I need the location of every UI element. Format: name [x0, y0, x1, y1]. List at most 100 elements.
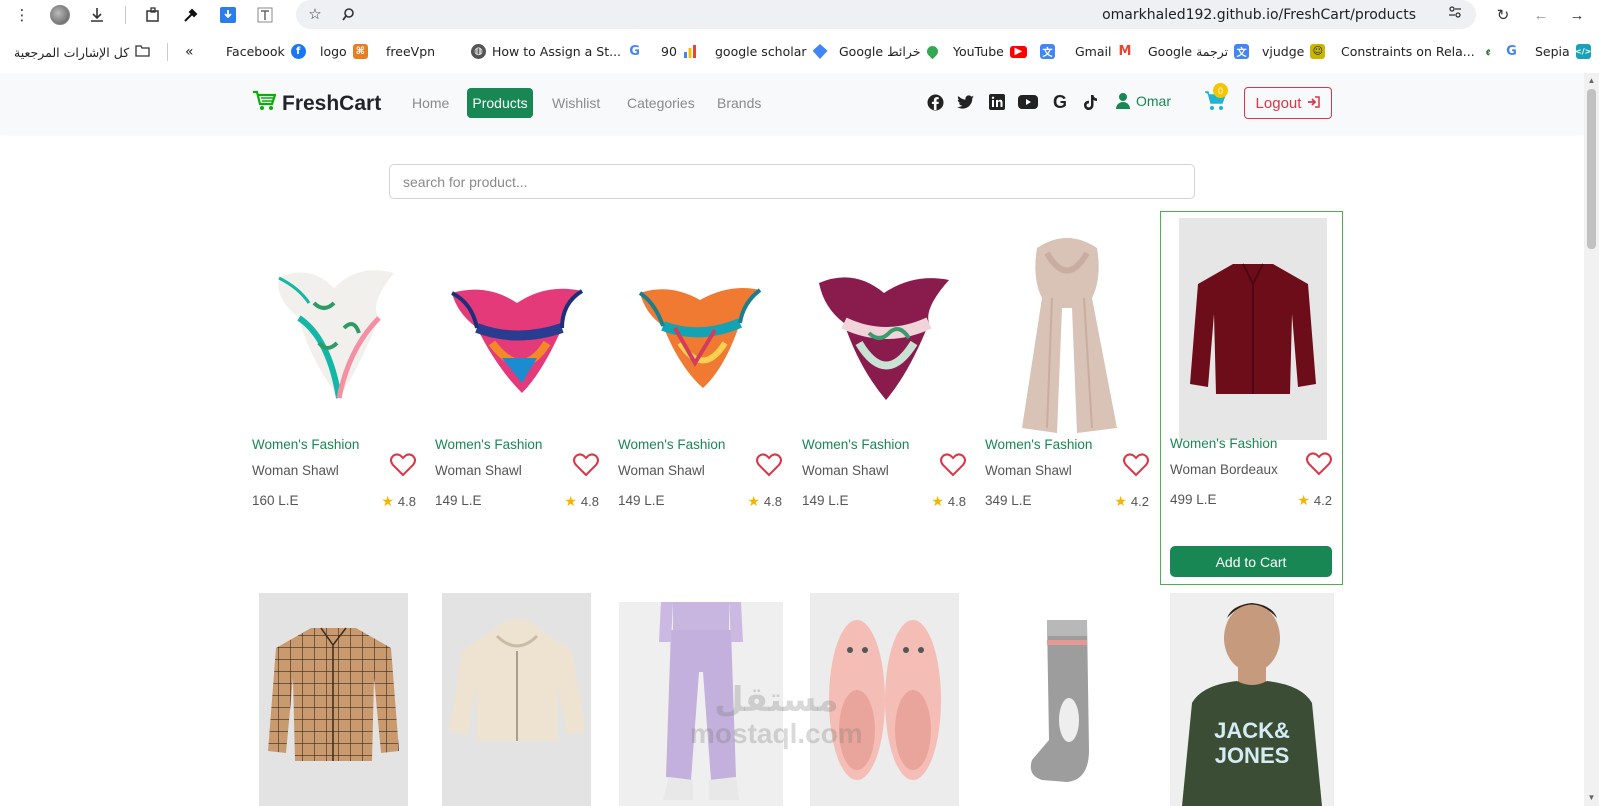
scholar-icon [812, 44, 828, 59]
twitter-icon[interactable] [956, 92, 976, 112]
product-image-hoodie[interactable] [442, 593, 591, 806]
download-manager-icon[interactable] [217, 4, 239, 26]
heart-icon[interactable] [940, 453, 966, 477]
font-icon[interactable] [254, 4, 276, 26]
bookmark-youtube[interactable]: YouTube ▶ [953, 44, 1027, 59]
product-image-shawl-2[interactable] [435, 222, 599, 444]
search-lens-icon[interactable] [337, 3, 359, 25]
bookmark-scholar[interactable]: google scholar [715, 44, 828, 59]
add-to-cart-button[interactable]: Add to Cart [1170, 546, 1332, 577]
product-rating: ★ 4.8 [747, 493, 782, 509]
bookmark-translate-1[interactable]: 文 [1040, 44, 1055, 59]
star-icon: ★ [931, 493, 944, 509]
product-image-tshirt[interactable]: JACK& JONES [1170, 593, 1334, 806]
facebook-icon[interactable] [925, 92, 945, 112]
product-card[interactable]: Women's Fashion Woman Shawl 149 L.E ★ 4.8 [802, 437, 966, 517]
product-rating: ★ 4.2 [1297, 492, 1332, 508]
site-navbar: FreshCart Home Products Wishlist Categor… [0, 73, 1584, 134]
scroll-down-icon[interactable]: ▼ [1587, 793, 1596, 802]
product-card[interactable]: Women's Fashion Woman Shawl 149 L.E ★ 4.8 [435, 437, 599, 517]
product-title: Woman Shawl [252, 463, 339, 478]
heart-icon[interactable] [573, 453, 599, 477]
folder-icon [135, 44, 150, 60]
product-image-shawl-5[interactable] [985, 222, 1149, 444]
bookmark-maps[interactable]: Google خرائط [839, 43, 940, 60]
tiktok-icon[interactable] [1080, 92, 1100, 112]
brand-logo[interactable]: FreshCart [252, 90, 381, 118]
product-title: Woman Shawl [985, 463, 1072, 478]
extensions-icon[interactable] [142, 4, 164, 26]
product-image-plaid-shirt[interactable] [259, 593, 408, 806]
page-scrollbar[interactable]: ▲ ▼ [1584, 73, 1599, 806]
heart-icon[interactable] [390, 453, 416, 477]
bookmark-all[interactable]: كل الإشارات المرجعية [14, 44, 150, 60]
reload-icon[interactable]: ↻ [1492, 4, 1514, 26]
bookmark-vjudge[interactable]: vjudge ☺ [1262, 44, 1326, 59]
globe-icon: ◍ [471, 44, 486, 59]
geeks-icon: ꬲ [1480, 44, 1496, 59]
address-bar[interactable]: ☆ omarkhaled192.github.io/FreshCart/prod… [296, 0, 1476, 29]
bookmark-logo[interactable]: logo ⌘ [320, 44, 368, 59]
nav-wishlist[interactable]: Wishlist [552, 95, 600, 111]
page-content: FreshCart Home Products Wishlist Categor… [0, 73, 1584, 806]
google-icon: G [627, 44, 643, 59]
menu-dots-icon[interactable]: ⋮ [11, 4, 33, 26]
site-settings-icon[interactable] [1448, 5, 1462, 22]
product-rating: ★ 4.8 [381, 493, 416, 509]
cart-logo-icon [252, 90, 277, 118]
product-image-shawl-4[interactable] [802, 222, 966, 444]
product-title: Woman Shawl [802, 463, 889, 478]
product-title: Woman Shawl [435, 463, 522, 478]
heart-icon[interactable] [1123, 453, 1149, 477]
url-text[interactable]: omarkhaled192.github.io/FreshCart/produc… [1102, 7, 1416, 23]
bookmark-freevpn[interactable]: freeVpn [386, 44, 435, 59]
product-title: Woman Bordeaux [1170, 462, 1278, 477]
search-input[interactable] [389, 164, 1195, 199]
product-card[interactable]: Women's Fashion Woman Shawl 149 L.E ★ 4.8 [618, 437, 782, 517]
product-image-bordeaux[interactable] [1179, 218, 1327, 440]
product-price: 160 L.E [252, 493, 299, 508]
nav-home[interactable]: Home [412, 95, 449, 111]
product-image-shawl-1[interactable] [252, 222, 416, 444]
bookmark-constraints[interactable]: Constraints on Rela... ꬲ [1341, 44, 1496, 59]
product-card[interactable]: Women's Fashion Woman Shawl 160 L.E ★ 4.8 [252, 437, 416, 517]
google-icon[interactable]: G [1050, 92, 1070, 112]
scroll-up-icon[interactable]: ▲ [1587, 76, 1596, 85]
bookmark-assign[interactable]: ◍ How to Assign a St... G [471, 44, 643, 59]
product-price: 349 L.E [985, 493, 1032, 508]
profile-avatar[interactable] [49, 4, 71, 26]
svg-text:JACK&: JACK& [1214, 718, 1290, 743]
user-profile[interactable]: Omar [1116, 93, 1171, 109]
bookmark-sepia[interactable]: Sepia </> [1535, 44, 1591, 59]
back-icon[interactable]: ← [1530, 4, 1552, 26]
star-icon[interactable]: ☆ [304, 3, 326, 25]
user-icon [1116, 93, 1130, 109]
youtube-icon[interactable] [1018, 92, 1038, 112]
code-icon: </> [1575, 44, 1591, 59]
bookmark-google[interactable]: G [1504, 44, 1519, 59]
svg-text:JONES: JONES [1215, 743, 1290, 768]
bookmarks-overflow-icon[interactable]: « [185, 44, 194, 60]
heart-icon[interactable] [1306, 452, 1332, 476]
forward-icon[interactable]: → [1566, 4, 1588, 26]
bookmark-90[interactable]: 90 [661, 44, 698, 59]
product-card[interactable]: Women's Fashion Woman Shawl 349 L.E ★ 4.2 [985, 437, 1149, 517]
bookmark-gmail[interactable]: Gmail M [1075, 44, 1133, 59]
bookmark-translate[interactable]: Google ترجمة 文 [1148, 44, 1250, 59]
product-image-socks[interactable] [992, 593, 1141, 806]
bookmarks-bar: كل الإشارات المرجعية « Facebook f logo ⌘… [0, 38, 1599, 66]
linkedin-icon[interactable] [987, 92, 1007, 112]
product-card[interactable]: Women's Fashion Woman Bordeaux 499 L.E ★… [1170, 436, 1332, 516]
nav-products[interactable]: Products [467, 88, 533, 118]
eyedropper-icon[interactable] [180, 4, 202, 26]
logout-button[interactable]: Logout [1244, 87, 1332, 119]
brand-name: FreshCart [282, 92, 382, 115]
nav-brands[interactable]: Brands [717, 95, 761, 111]
heart-icon[interactable] [756, 453, 782, 477]
product-price: 149 L.E [618, 493, 665, 508]
scroll-thumb[interactable] [1587, 89, 1596, 249]
bookmark-facebook[interactable]: Facebook f [226, 44, 306, 59]
download-icon[interactable] [86, 4, 108, 26]
nav-categories[interactable]: Categories [627, 95, 695, 111]
product-image-shawl-3[interactable] [618, 222, 782, 444]
